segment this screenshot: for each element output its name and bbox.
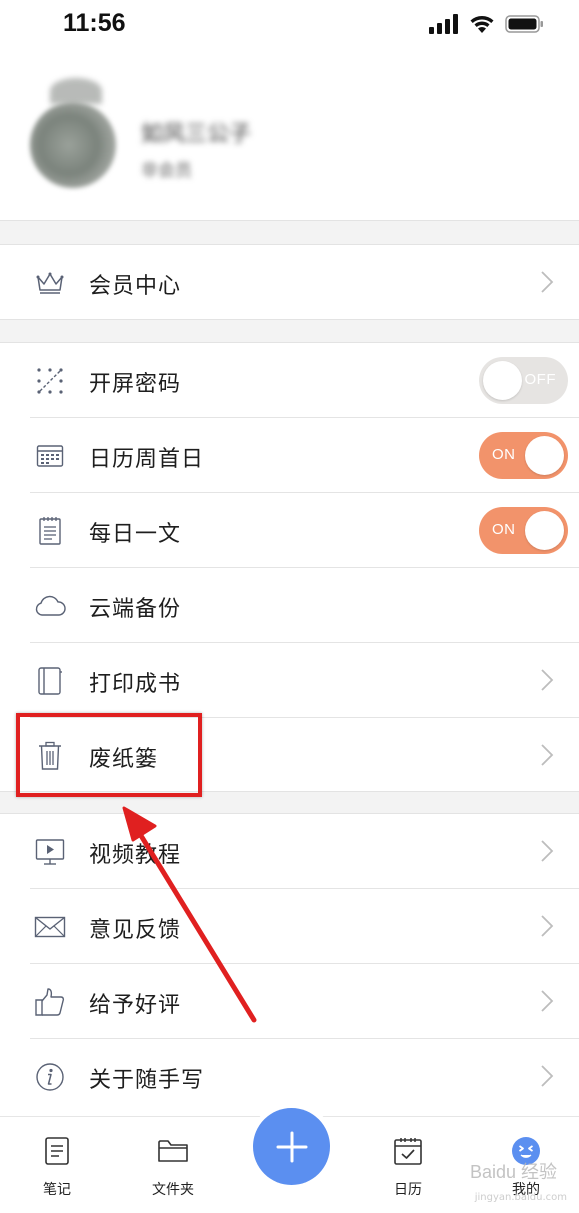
section-divider — [0, 220, 579, 245]
pattern-lock-icon — [34, 366, 66, 396]
menu-item-rate[interactable]: 给予好评 — [0, 964, 579, 1039]
menu-item-label: 视频教程 — [89, 843, 182, 868]
crown-icon — [34, 268, 66, 298]
note-icon — [41, 1135, 73, 1167]
menu-item-label: 日历周首日 — [89, 447, 205, 472]
menu-item-print-book[interactable]: 打印成书 — [0, 643, 579, 718]
menu-item-label: 云端备份 — [89, 597, 182, 622]
menu-item-video-tutorial[interactable]: 视频教程 — [0, 814, 579, 889]
menu-item-about[interactable]: 关于随手写 — [0, 1039, 579, 1114]
signal-icon — [429, 14, 458, 34]
status-icons — [429, 14, 545, 34]
info-icon — [34, 1062, 66, 1092]
menu-item-label: 开屏密码 — [89, 372, 182, 397]
tab-folders[interactable]: 文件夹 — [133, 1117, 213, 1213]
chevron-right-icon — [541, 840, 554, 862]
battery-icon — [505, 15, 543, 33]
section-divider — [0, 319, 579, 343]
wifi-icon — [470, 16, 494, 33]
chevron-right-icon — [541, 271, 554, 293]
chevron-right-icon — [541, 669, 554, 691]
tab-label: 文件夹 — [152, 1182, 194, 1198]
plus-icon — [276, 1131, 307, 1162]
annotation-highlight-box — [16, 713, 202, 797]
status-bar: 11:56 — [0, 0, 579, 52]
status-time: 11:56 — [63, 9, 126, 37]
menu-item-vip-center[interactable]: 会员中心 — [0, 245, 579, 320]
toggle-state: ON — [492, 521, 516, 538]
profile-tag: 非会员 — [141, 161, 192, 181]
add-note-button[interactable] — [253, 1108, 330, 1185]
envelope-icon — [34, 912, 66, 942]
tab-label: 日历 — [394, 1182, 422, 1198]
calendar-first-day-toggle[interactable]: ON — [479, 432, 568, 479]
menu-item-label: 关于随手写 — [89, 1068, 205, 1093]
toggle-knob — [525, 436, 564, 475]
daily-article-toggle[interactable]: ON — [479, 507, 568, 554]
toggle-knob — [525, 511, 564, 550]
watermark-url: jingyan.baidu.com — [474, 1192, 567, 1203]
menu-item-label: 给予好评 — [89, 993, 182, 1018]
video-icon — [34, 837, 66, 867]
notepad-icon — [34, 516, 66, 546]
calendar-check-icon — [392, 1135, 424, 1167]
toggle-state: ON — [492, 446, 516, 463]
watermark: Baidu 经验 — [469, 1162, 557, 1182]
chevron-right-icon — [541, 990, 554, 1012]
book-icon — [34, 666, 66, 696]
menu-item-feedback[interactable]: 意见反馈 — [0, 889, 579, 964]
tab-notes[interactable]: 笔记 — [17, 1117, 97, 1213]
menu-item-screen-lock[interactable]: 开屏密码 OFF — [0, 343, 579, 418]
profile-header[interactable]: 如风三公子 非会员 — [0, 52, 579, 220]
thumbs-up-icon — [34, 987, 66, 1017]
profile-name: 如风三公子 — [141, 122, 252, 147]
menu-item-label: 会员中心 — [89, 274, 182, 299]
menu-item-cloud-backup[interactable]: 云端备份 — [0, 568, 579, 643]
menu-item-label: 打印成书 — [89, 672, 182, 697]
tab-calendar[interactable]: 日历 — [368, 1117, 448, 1213]
chevron-right-icon — [541, 744, 554, 766]
menu-item-daily-article[interactable]: 每日一文 ON — [0, 493, 579, 568]
chevron-right-icon — [541, 1065, 554, 1087]
menu-item-calendar-first-day[interactable]: 日历周首日 ON — [0, 418, 579, 493]
tab-label: 笔记 — [43, 1182, 71, 1198]
avatar[interactable] — [30, 102, 116, 188]
menu-item-label: 意见反馈 — [89, 918, 182, 943]
toggle-state: OFF — [524, 371, 556, 388]
toggle-knob — [483, 361, 522, 400]
cloud-icon — [34, 591, 66, 621]
calendar-icon — [34, 441, 66, 471]
folder-icon — [157, 1135, 189, 1167]
screen-lock-toggle[interactable]: OFF — [479, 357, 568, 404]
chevron-right-icon — [541, 915, 554, 937]
menu-item-label: 每日一文 — [89, 522, 182, 547]
